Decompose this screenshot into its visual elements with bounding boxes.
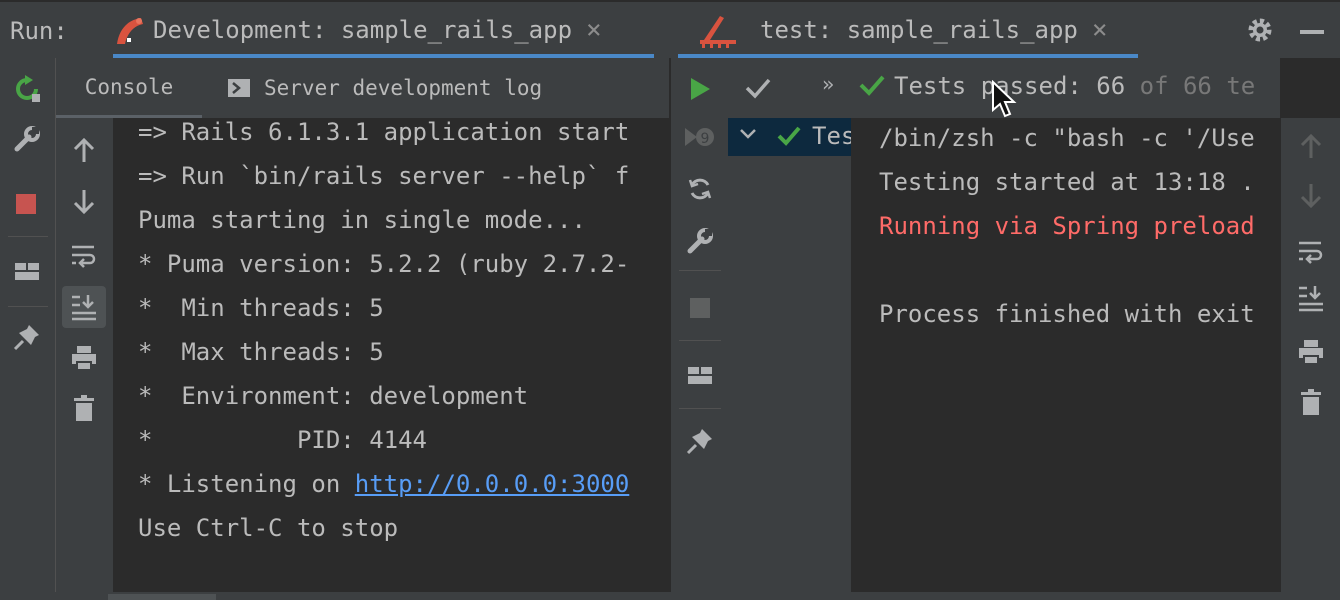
console-line: * Puma version: 5.2.2 (ruby 2.7.2- bbox=[138, 250, 630, 278]
soft-wrap-icon[interactable] bbox=[1295, 236, 1327, 268]
tab-server-log-label: Server development log bbox=[264, 76, 543, 100]
test-run-icon bbox=[698, 12, 742, 48]
output-line: Process finished with exit bbox=[879, 300, 1255, 328]
test-console-output[interactable]: /bin/zsh -c "bash -c '/Use Testing start… bbox=[851, 118, 1281, 600]
show-passed-icon[interactable] bbox=[742, 72, 774, 104]
layout-icon[interactable] bbox=[683, 358, 717, 392]
gear-icon[interactable] bbox=[1244, 14, 1276, 46]
run-label: Run: bbox=[10, 17, 68, 45]
test-left-toolbar: 9 bbox=[669, 58, 728, 600]
toolbar-separator bbox=[679, 408, 721, 409]
trash-icon[interactable] bbox=[68, 392, 100, 424]
tab-console-label: Console bbox=[84, 74, 174, 99]
close-icon[interactable]: × bbox=[586, 15, 602, 45]
toggle-auto-test-icon[interactable] bbox=[683, 172, 717, 206]
console-output[interactable]: => Rails 6.1.3.1 application start => Ru… bbox=[113, 118, 669, 600]
print-icon[interactable] bbox=[68, 342, 100, 374]
print-icon[interactable] bbox=[1295, 336, 1327, 368]
console-line: * Max threads: 5 bbox=[138, 338, 384, 366]
tab-development[interactable]: Development: sample_rails_app × bbox=[113, 2, 654, 58]
wrench-icon[interactable] bbox=[10, 122, 44, 156]
layout-icon[interactable] bbox=[10, 254, 44, 288]
minimize-icon[interactable] bbox=[1300, 30, 1324, 34]
close-icon[interactable]: × bbox=[1092, 15, 1108, 45]
tab-server-log[interactable]: Server development log bbox=[228, 58, 568, 118]
rails-icon bbox=[113, 12, 149, 48]
scroll-to-end-icon[interactable] bbox=[1295, 282, 1327, 314]
run-tool-window-header: Run: Development: sample_rails_app × tes… bbox=[0, 0, 1340, 58]
test-status-text: Tests passed: 66 of 66 te bbox=[894, 72, 1255, 100]
dev-subtabs: Console Server development log bbox=[56, 58, 669, 118]
bottom-scrollbar[interactable] bbox=[0, 592, 1340, 600]
tests-total: of 66 te bbox=[1125, 72, 1256, 100]
arrow-down-icon[interactable] bbox=[68, 186, 100, 218]
tab-test[interactable]: test: sample_rails_app × bbox=[678, 2, 1138, 58]
wrench-icon[interactable] bbox=[683, 224, 717, 258]
test-status-bar: » Tests passed: 66 of 66 te bbox=[728, 58, 1280, 118]
run-icon[interactable] bbox=[683, 72, 717, 106]
console-line-listening: * Listening on http://0.0.0.0:3000 bbox=[138, 470, 629, 498]
console-line: * Min threads: 5 bbox=[138, 294, 384, 322]
tab-development-label: Development: sample_rails_app bbox=[153, 16, 573, 44]
toolbar-separator bbox=[8, 236, 48, 237]
tab-console[interactable]: Console bbox=[56, 58, 202, 118]
pin-icon[interactable] bbox=[683, 424, 717, 458]
scroll-to-end-icon[interactable] bbox=[62, 286, 106, 328]
tree-item-label: Tes bbox=[812, 122, 856, 150]
console-line: => Rails 6.1.3.1 application start bbox=[138, 118, 630, 146]
check-icon bbox=[858, 72, 886, 100]
toolbar-separator bbox=[679, 340, 721, 341]
console-line: * Environment: development bbox=[138, 382, 529, 410]
chevron-down-icon[interactable] bbox=[738, 124, 758, 144]
check-icon bbox=[776, 124, 802, 148]
terminal-icon bbox=[228, 79, 250, 97]
trash-icon[interactable] bbox=[1295, 386, 1327, 418]
svg-text:9: 9 bbox=[701, 131, 710, 147]
stop-icon[interactable] bbox=[690, 298, 710, 318]
listening-prefix: * Listening on bbox=[138, 470, 355, 498]
console-line: Use Ctrl-C to stop bbox=[138, 514, 399, 542]
arrow-down-icon[interactable] bbox=[1295, 180, 1327, 212]
output-line: Testing started at 13:18 . bbox=[879, 168, 1255, 196]
arrow-up-icon[interactable] bbox=[1295, 130, 1327, 162]
tree-item-root[interactable]: Tes bbox=[728, 118, 855, 156]
toolbar-separator bbox=[8, 306, 48, 307]
rerun-icon[interactable] bbox=[10, 72, 44, 106]
console-line: => Run `bin/rails server --help` f bbox=[138, 162, 630, 190]
pin-icon[interactable] bbox=[10, 320, 44, 354]
console-line: * PID: 4144 bbox=[138, 426, 427, 454]
stop-icon[interactable] bbox=[16, 194, 36, 214]
output-line: /bin/zsh -c "bash -c '/Use bbox=[879, 124, 1255, 152]
toolbar-separator bbox=[679, 270, 721, 271]
server-url-link[interactable]: http://0.0.0.0:3000 bbox=[355, 470, 630, 498]
left-toolbar bbox=[0, 58, 56, 600]
chevron-expand-icon[interactable]: » bbox=[822, 72, 834, 96]
mouse-cursor-icon bbox=[990, 79, 1020, 120]
tab-test-label: test: sample_rails_app bbox=[760, 16, 1078, 44]
console-side-toolbar bbox=[56, 118, 113, 600]
scrollbar-thumb[interactable] bbox=[108, 594, 216, 600]
test-output-side-toolbar bbox=[1281, 118, 1340, 600]
arrow-up-icon[interactable] bbox=[68, 134, 100, 166]
output-line-error: Running via Spring preload bbox=[879, 212, 1255, 240]
test-tree: Tes bbox=[728, 118, 855, 600]
soft-wrap-icon[interactable] bbox=[68, 240, 100, 272]
rerun-failed-icon[interactable]: 9 bbox=[681, 120, 719, 154]
console-line: Puma starting in single mode... bbox=[138, 206, 586, 234]
